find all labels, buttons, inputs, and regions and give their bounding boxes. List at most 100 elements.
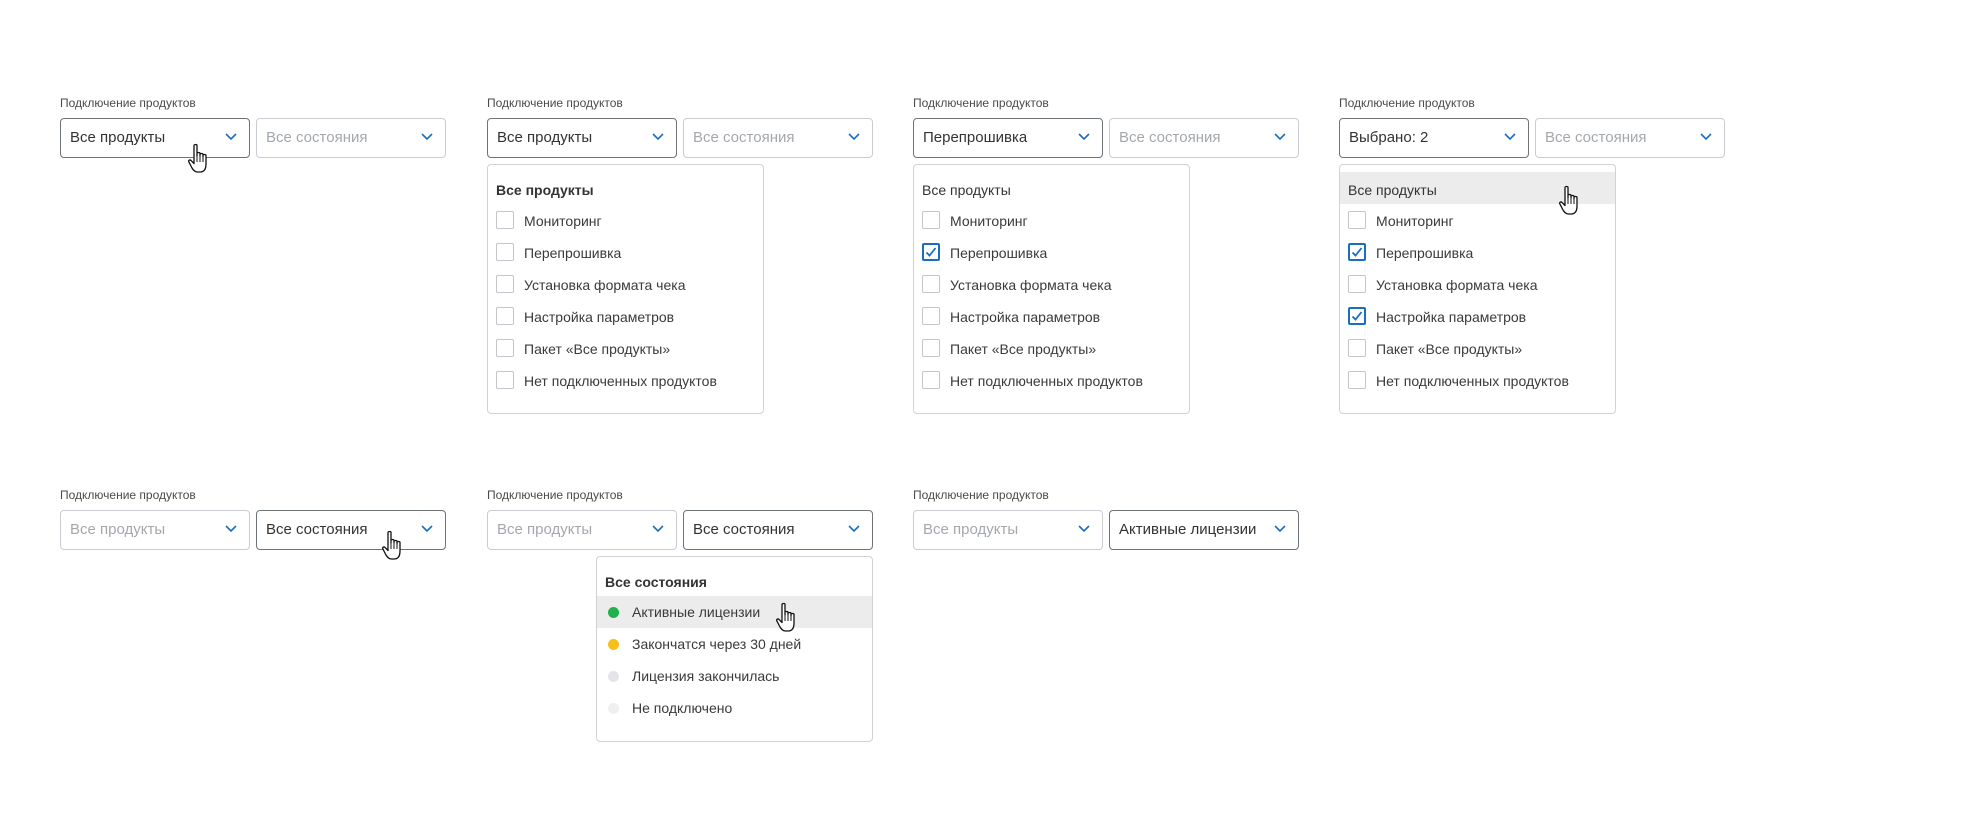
filter-group-2: Подключение продуктов Все продукты Все с… (487, 96, 887, 416)
states-select[interactable]: Все состояния (1109, 118, 1299, 158)
chevron-down-icon (1274, 525, 1286, 533)
checkbox[interactable] (922, 339, 940, 357)
checkbox-checked[interactable] (1348, 243, 1366, 261)
product-option-label: Нет подключенных продуктов (950, 373, 1143, 389)
states-select-value: Активные лицензии (1119, 521, 1257, 538)
states-select[interactable]: Все состояния (1535, 118, 1725, 158)
checkbox[interactable] (1348, 339, 1366, 357)
filter-label: Подключение продуктов (913, 96, 1049, 110)
chevron-down-icon (225, 525, 237, 533)
checkbox[interactable] (922, 371, 940, 389)
products-select-value: Все продукты (70, 521, 166, 538)
checkbox[interactable] (922, 275, 940, 293)
chevron-down-icon (1274, 133, 1286, 141)
all-products-option[interactable]: Все продукты (922, 182, 1011, 198)
checkbox[interactable] (496, 371, 514, 389)
status-dot-icon (608, 639, 619, 650)
status-dot-icon (608, 607, 619, 618)
states-select[interactable]: Все состояния (256, 118, 446, 158)
product-option-label: Настройка параметров (524, 309, 675, 325)
filter-group-7: Подключение продуктов Все продукты Актив… (913, 488, 1313, 558)
checkbox[interactable] (496, 211, 514, 229)
hand-pointer-cursor-icon (382, 530, 401, 560)
product-option-label: Установка формата чека (1376, 277, 1538, 293)
products-select[interactable]: Все продукты (60, 510, 250, 550)
state-option-label: Закончатся через 30 дней (632, 636, 802, 652)
product-option-label: Нет подключенных продуктов (524, 373, 717, 389)
checkbox[interactable] (922, 307, 940, 325)
hand-pointer-cursor-icon (188, 143, 207, 173)
product-option-label: Мониторинг (1376, 213, 1454, 229)
chevron-up-icon (1504, 133, 1516, 141)
checkmark-icon (925, 247, 937, 257)
checkbox[interactable] (496, 339, 514, 357)
products-select[interactable]: Перепрошивка (913, 118, 1103, 158)
chevron-down-icon (421, 525, 433, 533)
state-option-label: Не подключено (632, 700, 733, 716)
product-option-label: Настройка параметров (950, 309, 1101, 325)
product-option-label: Перепрошивка (524, 245, 622, 261)
chevron-down-icon (1078, 525, 1090, 533)
checkbox[interactable] (1348, 275, 1366, 293)
products-select-value: Все продукты (923, 521, 1019, 538)
status-dot-icon (608, 671, 619, 682)
checkbox[interactable] (922, 211, 940, 229)
state-option-label: Активные лицензии (632, 604, 761, 620)
checkbox[interactable] (1348, 371, 1366, 389)
checkbox[interactable] (1348, 211, 1366, 229)
filter-group-6: Подключение продуктов Все продукты Все с… (487, 488, 887, 748)
chevron-down-icon (421, 133, 433, 141)
products-select[interactable]: Выбрано: 2 (1339, 118, 1529, 158)
product-option-label: Установка формата чека (524, 277, 686, 293)
status-dot-icon (608, 703, 619, 714)
states-select-value: Все состояния (693, 129, 795, 146)
checkbox[interactable] (496, 307, 514, 325)
states-select-value: Все состояния (266, 521, 368, 538)
states-dropdown: Все состояния Активные лицензии Закончат… (596, 556, 873, 742)
state-option-label: Лицензия закончилась (632, 668, 780, 684)
product-option-label: Пакет «Все продукты» (950, 341, 1097, 357)
product-option-label: Настройка параметров (1376, 309, 1527, 325)
states-select[interactable]: Активные лицензии (1109, 510, 1299, 550)
product-option-label: Установка формата чека (950, 277, 1112, 293)
states-select[interactable]: Все состояния (683, 510, 873, 550)
states-select-value: Все состояния (1545, 129, 1647, 146)
filter-label: Подключение продуктов (60, 488, 196, 502)
product-option-label: Перепрошивка (950, 245, 1048, 261)
products-dropdown: Все продукты Мониторинг Перепрошивка Уст… (913, 164, 1190, 414)
states-select-value: Все состояния (693, 521, 795, 538)
filter-label: Подключение продуктов (1339, 96, 1475, 110)
states-select[interactable]: Все состояния (683, 118, 873, 158)
checkbox[interactable] (496, 275, 514, 293)
all-products-option[interactable]: Все продукты (1348, 182, 1437, 198)
checkmark-icon (1351, 247, 1363, 257)
checkmark-icon (1351, 311, 1363, 321)
chevron-up-icon (1078, 133, 1090, 141)
chevron-down-icon (1700, 133, 1712, 141)
products-select[interactable]: Все продукты (487, 510, 677, 550)
products-select[interactable]: Все продукты (487, 118, 677, 158)
product-option-label: Мониторинг (524, 213, 602, 229)
filter-label: Подключение продуктов (487, 96, 623, 110)
chevron-down-icon (652, 525, 664, 533)
checkbox-checked[interactable] (922, 243, 940, 261)
checkbox[interactable] (496, 243, 514, 261)
all-products-option[interactable]: Все продукты (496, 182, 594, 198)
product-option-label: Пакет «Все продукты» (1376, 341, 1523, 357)
products-select[interactable]: Все продукты (913, 510, 1103, 550)
products-select[interactable]: Все продукты (60, 118, 250, 158)
all-states-option[interactable]: Все состояния (605, 574, 707, 590)
checkbox-checked[interactable] (1348, 307, 1366, 325)
products-select-value: Все продукты (497, 129, 593, 146)
product-option-label: Мониторинг (950, 213, 1028, 229)
chevron-up-icon (848, 525, 860, 533)
product-option-label: Перепрошивка (1376, 245, 1474, 261)
filter-label: Подключение продуктов (913, 488, 1049, 502)
products-select-value: Выбрано: 2 (1349, 129, 1429, 146)
filter-label: Подключение продуктов (487, 488, 623, 502)
products-select-value: Перепрошивка (923, 129, 1028, 146)
chevron-down-icon (225, 133, 237, 141)
states-select[interactable]: Все состояния (256, 510, 446, 550)
hand-pointer-cursor-icon (776, 602, 795, 632)
products-select-value: Все продукты (70, 129, 166, 146)
